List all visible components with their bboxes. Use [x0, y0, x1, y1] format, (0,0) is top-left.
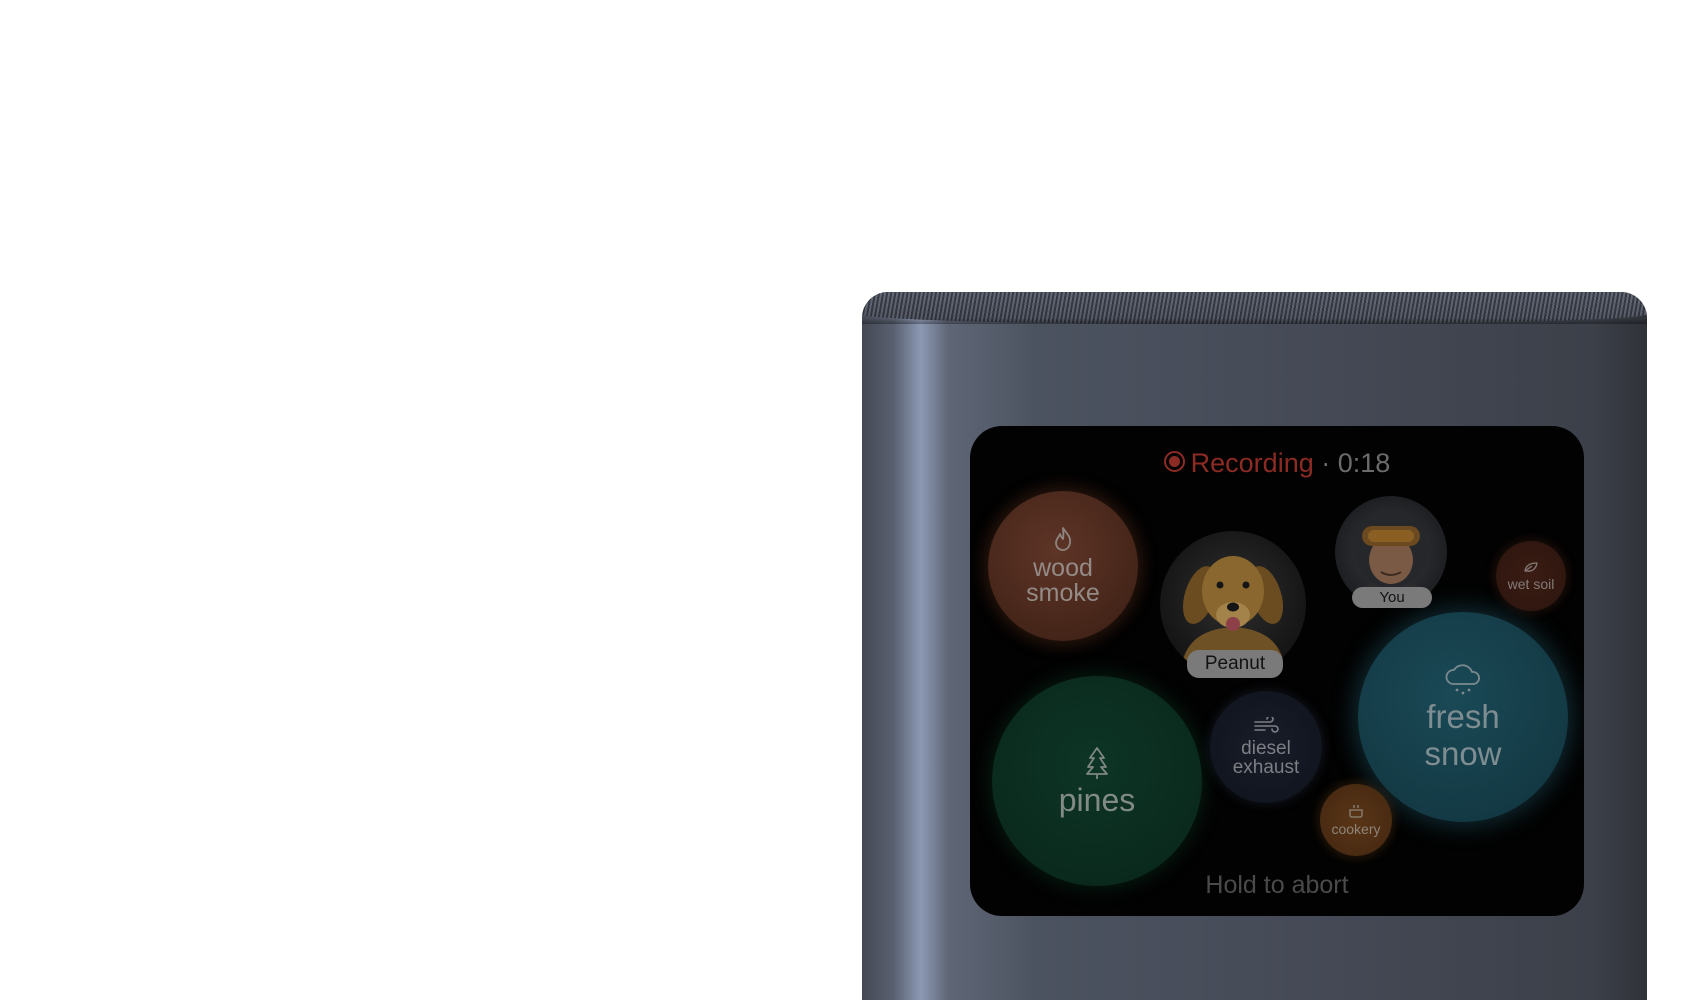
scent-bubble-cookery[interactable]: cookery [1320, 784, 1392, 856]
leaf-icon [1524, 562, 1538, 572]
scent-bubble-diesel-exhaust[interactable]: diesel exhaust [1210, 691, 1322, 803]
snow-cloud-icon [1445, 664, 1480, 695]
scent-bubble-wet-soil[interactable]: wet soil [1496, 541, 1566, 611]
scent-label-line1: wood [1033, 554, 1093, 582]
contact-name-you: You [1352, 587, 1432, 608]
scent-label: pines [1058, 782, 1136, 818]
scent-label-line2: smoke [1026, 579, 1100, 607]
scent-bubble-wood-smoke[interactable]: wood smoke [988, 491, 1138, 641]
touch-screen: Recording · 0:18 wood smoke pines diesel… [970, 426, 1584, 916]
scent-label-line2: exhaust [1232, 757, 1300, 778]
flame-icon [1055, 527, 1072, 551]
scent-label: wet soil [1507, 576, 1555, 592]
scent-bubble-fresh-snow[interactable]: fresh snow [1358, 612, 1568, 822]
wind-icon [1254, 717, 1279, 733]
status-separator: · [1321, 448, 1331, 478]
scent-label-line1: diesel [1241, 738, 1291, 759]
scent-label-line1: fresh [1426, 698, 1500, 735]
scent-label: cookery [1331, 821, 1381, 837]
recording-timer: 0:18 [1337, 448, 1391, 478]
pot-icon [1349, 805, 1363, 818]
pine-tree-icon [1086, 747, 1108, 779]
contact-name-dog: Peanut [1187, 650, 1283, 678]
recording-label: Recording [1190, 448, 1314, 478]
scent-bubble-pines[interactable]: pines [992, 676, 1202, 886]
record-icon [1163, 451, 1185, 473]
speaker-grille [862, 292, 1647, 324]
abort-hint[interactable]: Hold to abort [970, 871, 1584, 900]
scent-label-line2: snow [1424, 735, 1502, 772]
recording-status: Recording · 0:18 [970, 448, 1584, 479]
